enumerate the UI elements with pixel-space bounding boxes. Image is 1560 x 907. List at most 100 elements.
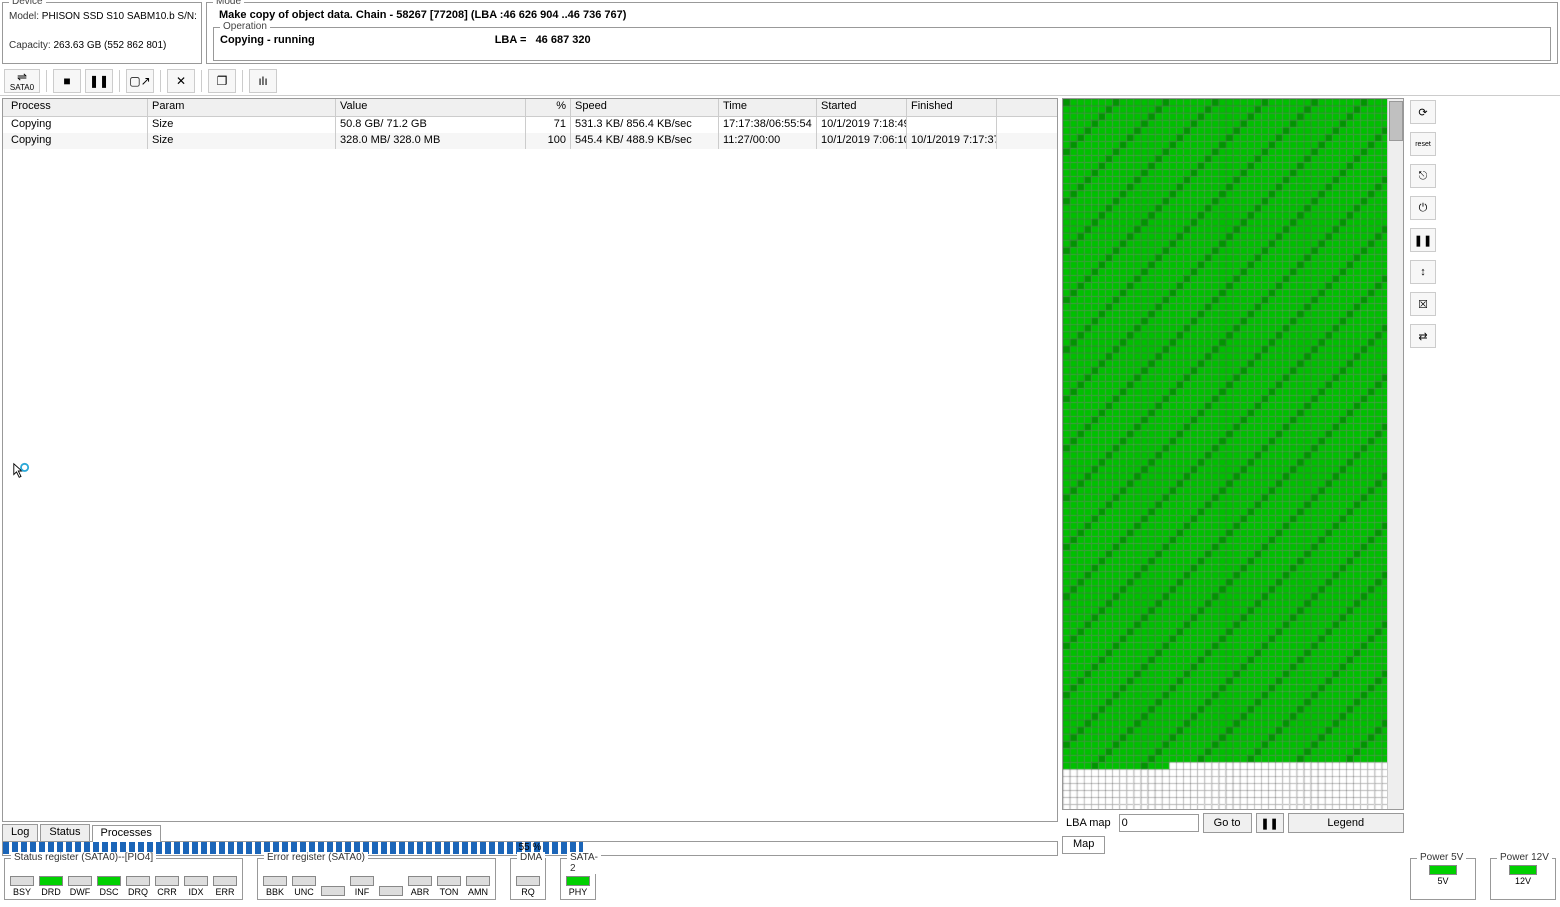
col-finished[interactable]: Finished — [907, 99, 997, 116]
side-swap-button[interactable]: ⇄ — [1410, 324, 1436, 348]
cell-value: 328.0 MB/ 328.0 MB — [336, 133, 526, 149]
map-tabs: Map — [1062, 836, 1404, 854]
bit-indicator — [321, 886, 345, 896]
toolbar: ⇌ SATA0 ■ ❚❚ ▢↗ ✕ ❐ ılı — [0, 66, 1560, 96]
dma-register-title: DMA — [517, 852, 545, 863]
table-row[interactable]: CopyingSize328.0 MB/ 328.0 MB100545.4 KB… — [3, 133, 1057, 149]
side-toolbar: ⟳ reset ⎋ ⏻ ❚❚ ↕ ☒ ⇄ — [1406, 96, 1440, 856]
reset-icon: reset — [1415, 141, 1431, 148]
col-value[interactable]: Value — [336, 99, 526, 116]
register-bit-phy: PHY — [565, 876, 591, 897]
col-param[interactable]: Param — [148, 99, 336, 116]
side-close-button[interactable]: ☒ — [1410, 292, 1436, 316]
bit-label: DRQ — [128, 887, 148, 897]
operation-status: Copying - running — [220, 34, 315, 46]
operation-panel: Operation Copying - running LBA = 46 687… — [213, 27, 1551, 61]
error-register-title: Error register (SATA0) — [264, 852, 368, 863]
pause-button[interactable]: ❚❚ — [85, 69, 113, 93]
register-bit-amn: AMN — [465, 876, 491, 897]
stop-button[interactable]: ■ — [53, 69, 81, 93]
side-updown-button[interactable]: ↕ — [1410, 260, 1436, 284]
side-refresh-button[interactable]: ⟳ — [1410, 100, 1436, 124]
bars-button[interactable]: ılı — [249, 69, 277, 93]
bit-indicator — [408, 876, 432, 886]
lba-value: 46 687 320 — [536, 34, 591, 46]
col-pct[interactable]: % — [526, 99, 571, 116]
cell-value: 50.8 GB/ 71.2 GB — [336, 117, 526, 133]
side-escape-button[interactable]: ⎋ — [1410, 164, 1436, 188]
register-bit-ton: TON — [436, 876, 462, 897]
map-scrollbar[interactable] — [1387, 99, 1403, 809]
updown-icon: ↕ — [1420, 266, 1426, 278]
cell-param: Size — [148, 117, 336, 133]
lba-input[interactable] — [1119, 814, 1199, 832]
tab-status[interactable]: Status — [40, 824, 89, 841]
tools-icon: ✕ — [176, 74, 186, 88]
power-12v-group: Power 12V 12V — [1490, 858, 1556, 900]
export-button[interactable]: ▢↗ — [126, 69, 154, 93]
device-panel: Device Model: PHISON SSD S10 SABM10.b S/… — [2, 2, 202, 64]
cell-started: 10/1/2019 7:06:10 ... — [817, 133, 907, 149]
lba-map-label: LBA map — [1062, 817, 1115, 829]
mode-box-title: Mode — [213, 0, 244, 7]
stop-icon: ■ — [63, 74, 70, 88]
bottom-tabs: Log Status Processes — [2, 824, 1058, 842]
bit-label: TON — [440, 887, 459, 897]
scrollbar-thumb[interactable] — [1389, 101, 1403, 141]
bit-indicator — [126, 876, 150, 886]
bit-indicator — [68, 876, 92, 886]
model-value: PHISON SSD S10 SABM10.b S/N: — [42, 11, 197, 22]
sector-map[interactable] — [1062, 98, 1404, 810]
pause2-icon: ❚❚ — [1414, 234, 1432, 247]
close-icon: ☒ — [1418, 298, 1428, 311]
bit-indicator — [97, 876, 121, 886]
legend-button[interactable]: Legend — [1288, 813, 1404, 833]
side-power-button[interactable]: ⏻ — [1410, 196, 1436, 220]
copy-button[interactable]: ❐ — [208, 69, 236, 93]
bit-indicator — [437, 876, 461, 886]
power-icon: ⏻ — [1419, 202, 1428, 215]
register-bit-inf: INF — [349, 876, 375, 897]
col-speed[interactable]: Speed — [571, 99, 719, 116]
export-icon: ▢↗ — [129, 74, 150, 88]
error-register-group: Error register (SATA0) BBKUNCINFABRTONAM… — [257, 858, 496, 900]
bit-indicator — [213, 876, 237, 886]
col-process[interactable]: Process — [3, 99, 148, 116]
sata-port-button[interactable]: ⇌ SATA0 — [4, 69, 40, 93]
bit-label: PHY — [569, 887, 588, 897]
power-5v-label: 5V — [1437, 876, 1448, 886]
side-pause-button[interactable]: ❚❚ — [1410, 228, 1436, 252]
power-5v-title: Power 5V — [1417, 852, 1466, 863]
bit-label: DRD — [41, 887, 61, 897]
tab-map[interactable]: Map — [1062, 836, 1105, 854]
tab-processes[interactable]: Processes — [92, 825, 161, 842]
tab-log[interactable]: Log — [2, 824, 38, 841]
cell-time: 11:27/00:00 — [719, 133, 817, 149]
bit-indicator — [10, 876, 34, 886]
cell-speed: 531.3 KB/ 856.4 KB/sec — [571, 117, 719, 133]
register-bit-bbk: BBK — [262, 876, 288, 897]
bit-label: IDX — [188, 887, 203, 897]
bit-label: INF — [355, 887, 370, 897]
register-bit-blank — [378, 886, 404, 897]
side-reset-button[interactable]: reset — [1410, 132, 1436, 156]
register-bit-dsc: DSC — [96, 876, 122, 897]
bit-label: UNC — [294, 887, 314, 897]
table-row[interactable]: CopyingSize50.8 GB/ 71.2 GB71531.3 KB/ 8… — [3, 117, 1057, 133]
copy-icon: ❐ — [217, 74, 228, 88]
col-started[interactable]: Started — [817, 99, 907, 116]
bars-icon: ılı — [258, 74, 267, 88]
register-bit-idx: IDX — [183, 876, 209, 897]
process-table-header: Process Param Value % Speed Time Started… — [3, 99, 1057, 117]
col-time[interactable]: Time — [719, 99, 817, 116]
goto-button[interactable]: Go to — [1203, 813, 1252, 833]
bit-label: BBK — [266, 887, 284, 897]
register-bit-dwf: DWF — [67, 876, 93, 897]
map-pause-button[interactable]: ❚❚ — [1256, 813, 1284, 833]
tools-button[interactable]: ✕ — [167, 69, 195, 93]
power-12v-indicator — [1509, 865, 1537, 875]
process-table: Process Param Value % Speed Time Started… — [2, 98, 1058, 822]
swap-icon: ⇄ — [1418, 330, 1427, 343]
register-bit-rq: RQ — [515, 876, 541, 897]
register-bit-unc: UNC — [291, 876, 317, 897]
